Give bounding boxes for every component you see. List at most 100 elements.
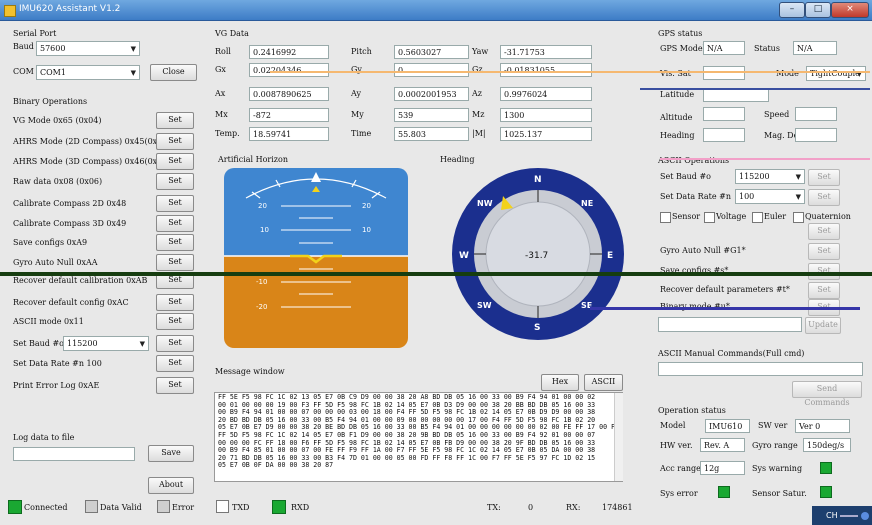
euler-checkbox[interactable] (752, 212, 763, 223)
binary-op-set-button[interactable]: Set (156, 133, 194, 150)
heading-compass: N NE E SE S SW W NW -31.7 (452, 168, 624, 340)
voltage-checkbox[interactable] (704, 212, 715, 223)
vg-field-value: 0.5603027 (394, 45, 469, 59)
render-glitch-streak (0, 272, 872, 276)
binary-op-set-button[interactable]: Set (156, 254, 194, 271)
keyboard-icon (840, 514, 859, 517)
hex-button[interactable]: Hex (541, 374, 579, 391)
binary-op-set-button[interactable]: Set (156, 335, 194, 352)
vg-field-value: -872 (249, 108, 329, 122)
message-scrollbar[interactable] (614, 393, 623, 481)
compass-cardinal: NW (477, 199, 493, 208)
binary-op-set-button[interactable]: Set (156, 294, 194, 311)
gps-status-label: Status (754, 44, 780, 53)
binary-op-set-button[interactable]: Set (156, 112, 194, 129)
binary-op-label: Set Baud #o (13, 339, 64, 348)
altitude-field (703, 107, 745, 121)
about-button[interactable]: About (148, 477, 194, 494)
binary-op-set-button[interactable]: Set (156, 215, 194, 232)
minimize-button[interactable]: – (779, 2, 805, 18)
ascii-rate-set-button[interactable]: Set (808, 189, 840, 206)
acc-range-label: Acc range (660, 464, 701, 473)
binary-op-set-button[interactable]: Set (156, 355, 194, 372)
horizon-tick-label: 20 (258, 202, 267, 210)
operation-status-group-label: Operation status (658, 406, 726, 415)
serial-port-group-label: Serial Port (13, 29, 57, 38)
mode-select[interactable]: TightCouple ▼ (806, 66, 866, 81)
message-log[interactable]: FF 5E F5 98 FC 1C 02 13 05 E7 0B C9 D9 0… (214, 392, 623, 482)
title-bar: IMU620 Assistant V1.2 – □ × (0, 0, 872, 21)
ascii-rate-value: 100 (739, 192, 755, 201)
baud-value: 57600 (40, 44, 66, 53)
vg-field-value: 0.9976024 (500, 87, 592, 101)
quaternion-checkbox[interactable] (793, 212, 804, 223)
vg-field-label: Ax (215, 89, 226, 98)
binary-op-label: VG Mode 0x65 (0x04) (13, 116, 102, 125)
vg-field-value: 539 (394, 108, 469, 122)
ascii-manual-label: ASCII Manual Commands(Full cmd) (658, 349, 805, 358)
vg-field-label: Temp. (215, 129, 240, 138)
ascii-output-set-button[interactable]: Set (808, 223, 840, 240)
taskbar-tray[interactable]: CH (812, 506, 872, 525)
ascii-command-input[interactable] (658, 362, 863, 376)
ascii-baud-set-button[interactable]: Set (808, 169, 840, 186)
binary-op-label: Gyro Auto Null 0xAA (13, 258, 98, 267)
binary-op-set-button[interactable]: Set (156, 173, 194, 190)
model-field: IMU610 (705, 419, 750, 433)
ascii-baud-select[interactable]: 115200 ▼ (735, 169, 805, 184)
vg-field-label: Pitch (351, 47, 372, 56)
sw-ver-label: SW ver (758, 421, 788, 430)
com-select[interactable]: COM1 ▼ (36, 65, 140, 80)
log-file-input[interactable] (13, 447, 135, 461)
chevron-down-icon: ▼ (130, 45, 136, 53)
binary-op-set-button[interactable]: Set (156, 195, 194, 212)
vis-sat-field (703, 66, 745, 80)
binary-op-label: Print Error Log 0xAE (13, 381, 100, 390)
ascii-op-set-button[interactable]: Set (808, 243, 840, 260)
vg-field-value: -31.71753 (500, 45, 592, 59)
ascii-param-input[interactable] (658, 317, 802, 332)
sensor-checkbox[interactable] (660, 212, 671, 223)
close-window-button[interactable]: × (831, 2, 869, 18)
ascii-rate-label: Set Data Rate #n (660, 192, 732, 201)
status-bar: Connected Data Valid Error TXD RXD TX: 0… (0, 494, 872, 525)
error-label: Error (172, 503, 195, 512)
vg-field-value: 0.2416992 (249, 45, 329, 59)
ascii-op-set-button[interactable]: Set (808, 282, 840, 299)
chevron-down-icon: ▼ (139, 340, 145, 348)
speed-label: Speed (764, 110, 790, 119)
rxd-indicator (272, 500, 286, 514)
hw-ver-label: HW ver. (660, 441, 693, 450)
binary-op-set-button[interactable]: Set (156, 377, 194, 394)
binary-op-set-button[interactable]: Set (156, 313, 194, 330)
compass-cardinal: S (534, 323, 540, 333)
euler-checkbox-label: Euler (764, 212, 787, 221)
vg-field-value: -0.01831055 (500, 63, 592, 77)
ascii-button[interactable]: ASCII (584, 374, 623, 391)
binary-baud-select[interactable]: 115200 ▼ (63, 336, 149, 351)
maximize-button[interactable]: □ (805, 2, 831, 18)
baud-select[interactable]: 57600 ▼ (36, 41, 140, 56)
vg-field-label: Az (472, 89, 482, 98)
voltage-checkbox-label: Voltage (716, 212, 747, 221)
error-indicator (157, 500, 170, 513)
binary-op-set-button[interactable]: Set (156, 153, 194, 170)
send-commands-button[interactable]: Send Commands (792, 381, 862, 407)
close-port-button[interactable]: Close (150, 64, 197, 81)
save-log-button[interactable]: Save (148, 445, 194, 462)
ascii-baud-label: Set Baud #o (660, 172, 711, 181)
compass-cardinal: N (534, 175, 542, 185)
binary-op-label: Recover default calibration 0xAB (13, 276, 148, 285)
vg-field-value: 55.803 (394, 127, 469, 141)
txd-indicator (216, 500, 229, 513)
binary-op-set-button[interactable]: Set (156, 234, 194, 251)
compass-cardinal: NE (581, 199, 593, 208)
update-button[interactable]: Update (805, 317, 841, 334)
window-title: IMU620 Assistant V1.2 (19, 4, 121, 14)
rx-count-value: 174861 (602, 503, 633, 512)
vg-field-label: Mz (472, 110, 485, 119)
hw-ver-field: Rev. A (700, 438, 745, 452)
vg-field-label: Yaw (472, 47, 489, 56)
ascii-rate-select[interactable]: 100 ▼ (735, 189, 805, 204)
message-line: 05 E7 0B 0F DA 00 00 38 20 87 (218, 461, 334, 470)
